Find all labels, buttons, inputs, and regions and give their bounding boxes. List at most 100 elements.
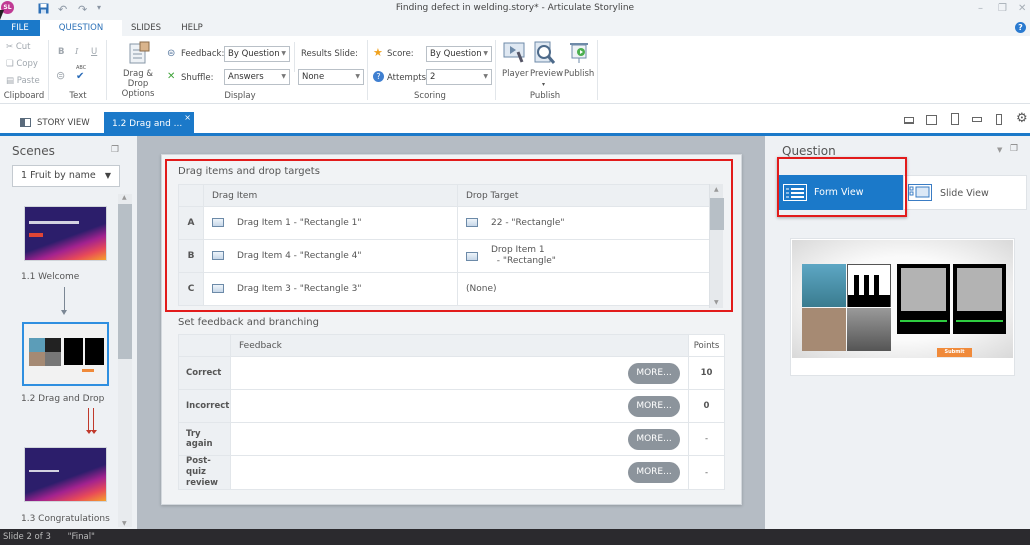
window-title: Finding defect in welding.story* - Artic… [395,3,635,13]
star-icon: ★ [373,46,383,59]
table-row[interactable]: C Drag Item 3 - "Rectangle 3" (None) [178,272,711,306]
feedback-icon: ⊜ [167,48,176,59]
italic-button[interactable]: I [75,47,78,57]
feedback-cell[interactable]: MORE... [230,455,689,490]
drag-item-cell[interactable]: Drag Item 3 - "Rectangle 3" [203,272,458,306]
arrow-down-icon [91,430,97,434]
scenes-title: Scenes [12,144,55,158]
phone-portrait-icon[interactable] [996,114,1002,125]
display-group-label: Display [224,91,256,101]
scroll-down-icon[interactable]: ▼ [122,520,127,527]
scrollbar-thumb[interactable] [118,204,132,359]
panel-menu-icon[interactable]: ▼ [997,146,1002,154]
tab-slides[interactable]: SLIDES [122,20,170,36]
drop-target-cell[interactable]: Drop Item 1 - "Rectangle" [457,239,711,273]
slide-thumbnail[interactable] [24,206,107,261]
score-dropdown[interactable]: By Question ▼ [426,46,492,62]
scenes-scrollbar[interactable]: ▲ ▼ [118,194,132,527]
points-value[interactable]: - [688,455,725,490]
drag-drop-scrollbar[interactable]: ▲ ▼ [709,184,724,308]
hyperlink-icon[interactable]: ⊜ [56,69,65,82]
shape-icon [212,251,224,260]
divider [597,40,598,100]
panel-restore-icon[interactable]: ❐ [111,145,119,155]
publish-button[interactable]: Publish [564,69,594,79]
more-button[interactable]: MORE... [628,363,680,384]
tab-help[interactable]: HELP [170,20,214,36]
feedback-dropdown[interactable]: By Question ▼ [224,46,290,62]
image-tile [847,308,891,351]
panel-restore-icon[interactable]: ❐ [1010,144,1018,154]
scrollbar-thumb[interactable] [710,198,724,230]
player-icon[interactable] [502,40,528,66]
points-value[interactable]: 0 [688,389,725,423]
close-tab-icon[interactable]: × [184,105,191,130]
column-header-drop-target: Drop Target [457,184,711,207]
points-value[interactable]: - [688,422,725,456]
more-button[interactable]: MORE... [628,396,680,417]
results-slide-label: Results Slide: [301,49,359,59]
drag-drop-options-button[interactable]: Drag & Drop Options [112,69,164,99]
scroll-up-icon[interactable]: ▲ [122,194,127,201]
tab-file[interactable]: FILE [0,20,40,36]
publish-icon[interactable] [566,40,592,66]
bold-button[interactable]: B [58,47,64,57]
scenes-panel: Scenes ❐ 1 Fruit by name ▼ 1.1 Welcome 1.… [0,136,137,529]
restore-icon[interactable]: ❐ [998,3,1007,14]
feedback-cell[interactable]: MORE... [230,389,689,423]
tablet-landscape-icon[interactable] [926,115,937,125]
ribbon-tabs: FILE QUESTION SLIDES HELP ? [0,20,1030,36]
text-group-label: Text [69,91,87,101]
tablet-portrait-icon[interactable] [951,113,959,125]
scroll-up-icon[interactable]: ▲ [714,186,719,193]
player-button[interactable]: Player [502,69,528,79]
tab-story-view[interactable]: STORY VIEW [12,113,102,133]
preview-icon[interactable] [532,40,558,66]
phone-landscape-icon[interactable] [972,117,982,122]
attempts-dropdown[interactable]: 2 ▼ [426,69,492,85]
slide-thumbnail[interactable] [24,447,107,502]
shape-icon [466,251,478,261]
results-slide-dropdown[interactable]: None ▼ [298,69,364,85]
shuffle-dropdown[interactable]: Answers ▼ [224,69,290,85]
feedback-section-title: Set feedback and branching [178,317,319,328]
cut-button[interactable]: ✂ Cut [6,42,30,52]
table-row: Correct MORE... 10 [178,356,725,390]
shape-icon [466,218,478,227]
underline-button[interactable]: U [91,47,97,57]
feedback-cell[interactable]: MORE... [230,356,689,390]
preview-button[interactable]: Preview ▾ [530,69,563,89]
feedback-cell[interactable]: MORE... [230,422,689,456]
drag-drop-options-icon[interactable] [127,40,153,66]
scroll-down-icon[interactable]: ▼ [714,299,719,306]
tab-question[interactable]: QUESTION [40,20,122,36]
close-icon[interactable]: ✕ [1018,3,1026,14]
table-row[interactable]: B Drag Item 4 - "Rectangle 4" Drop Item … [178,239,711,273]
gear-icon[interactable]: ⚙ [1016,111,1028,126]
question-panel-title: Question [782,144,836,158]
drop-target-cell[interactable]: (None) [457,272,711,306]
form-view-button[interactable]: Form View [779,175,903,210]
drop-target-cell[interactable]: 22 - "Rectangle" [457,206,711,240]
slide-view-button[interactable]: Slide View [903,175,1027,210]
more-button[interactable]: MORE... [628,462,680,483]
theme-name: "Final" [67,532,95,542]
minimize-icon[interactable]: – [978,3,983,14]
slide-thumbnail-selected[interactable] [22,322,109,386]
form-view-icon [783,184,807,201]
help-icon[interactable]: ? [1015,22,1026,33]
copy-button[interactable]: ❏ Copy [6,59,38,69]
drag-item-cell[interactable]: Drag Item 4 - "Rectangle 4" [203,239,458,273]
score-label: Score: [387,49,414,59]
scene-dropdown[interactable]: 1 Fruit by name ▼ [12,165,120,187]
spell-check-button[interactable]: ABC ✔ [76,65,86,82]
desktop-device-icon[interactable] [904,117,914,124]
table-row[interactable]: A Drag Item 1 - "Rectangle 1" 22 - "Rect… [178,206,711,240]
submit-button: Submit [937,348,972,357]
shape-icon [212,218,224,227]
more-button[interactable]: MORE... [628,429,680,450]
paste-button[interactable]: ▤ Paste [6,76,40,86]
slide-preview[interactable]: Submit [790,238,1015,376]
points-value[interactable]: 10 [688,356,725,390]
drag-item-cell[interactable]: Drag Item 1 - "Rectangle 1" [203,206,458,240]
